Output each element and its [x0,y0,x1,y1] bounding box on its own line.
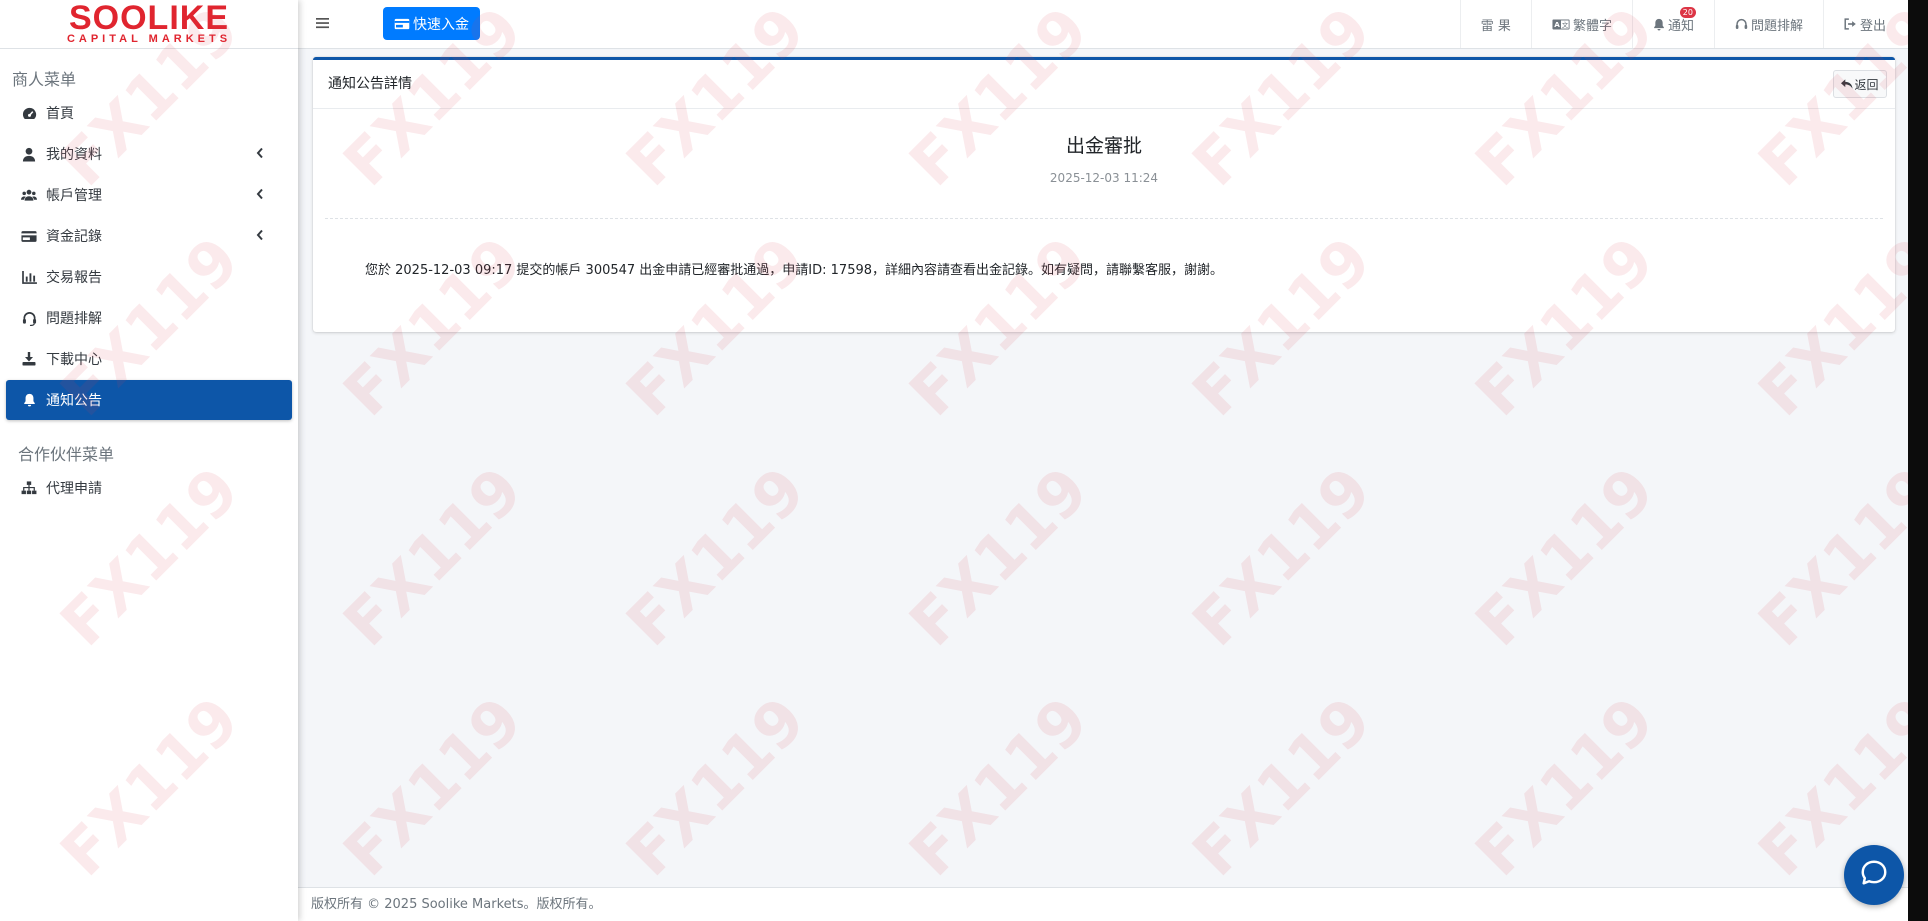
watermark-text: FX119 [1744,683,1928,890]
notice-timestamp: 2025-12-03 11:24 [1049,171,1159,185]
headset-icon [21,310,37,326]
sidebar-item-label: 代理申請 [46,481,102,497]
footer: 版权所有 © 2025 Soolike Markets。版权所有。 [298,887,1928,921]
credit-card-icon [394,18,410,30]
sidebar-item-agent-application[interactable]: 代理申請 [6,468,292,508]
watermark-text: FX119 [895,683,1103,890]
brand-tagline: CAPITAL MARKETS [66,33,232,45]
divider [325,218,1883,219]
card-header: 通知公告詳情 返回 [313,60,1895,109]
back-button[interactable]: 返回 [1833,70,1887,98]
sidebar-item-label: 首頁 [46,106,74,122]
sidebar-item-account-management[interactable]: 帳戶管理 [6,175,292,215]
live-chat-button[interactable] [1844,845,1904,905]
hamburger-menu-icon[interactable] [316,16,330,30]
watermark-text: FX119 [612,683,820,890]
back-label: 返回 [1854,77,1879,92]
svg-text:文: 文 [1562,20,1569,29]
sidebar-item-profile[interactable]: 我的資料 [6,134,292,174]
quick-deposit-label: 快速入金 [413,16,469,33]
dashboard-icon [21,105,37,121]
brand-name: SOOLIKE [68,0,230,37]
sidebar-item-download-center[interactable]: 下載中心 [6,339,292,379]
card-title: 通知公告詳情 [328,76,412,92]
bell-icon [1653,18,1665,31]
sidebar-item-label: 我的資料 [46,147,102,163]
chevron-left-icon [256,147,263,159]
sidebar-item-troubleshooting[interactable]: 問題排解 [6,298,292,338]
partner-menu-header: 合作伙伴菜单 [18,445,115,464]
notifications-link[interactable]: 通知 20 [1631,0,1714,48]
chevron-left-icon [256,188,263,200]
watermark-text: FX119 [1461,453,1669,660]
watermark-text: FX119 [329,453,537,660]
credit-card-icon [21,228,37,244]
theme-label: 雷 果 [1480,18,1511,34]
language-icon: A文 [1552,19,1570,30]
top-navbar: 快速入金 雷 果 A文 繁體字 通知 20 問題排解 登出 [298,0,1928,49]
notice-title: 出金審批 [1065,135,1142,157]
sidebar-item-announcements[interactable]: 通知公告 [6,380,292,420]
top-nav-links: 雷 果 A文 繁體字 通知 20 問題排解 登出 [1459,0,1928,48]
theme-toggle[interactable]: 雷 果 [1459,0,1531,48]
chevron-left-icon [256,229,263,241]
support-link[interactable]: 問題排解 [1713,0,1823,48]
logout-label: 登出 [1859,18,1886,34]
chat-icon [1859,858,1889,892]
sidebar-item-label: 帳戶管理 [46,188,102,204]
language-label: 繁體字 [1572,18,1612,34]
svg-text:A: A [1554,20,1560,29]
sidebar-item-label: 資金記錄 [46,229,102,245]
watermark-text: FX119 [329,683,537,890]
bell-icon [21,392,37,408]
sidebar-item-label: 通知公告 [46,393,102,409]
watermark-text: FX119 [1178,683,1386,890]
language-switcher[interactable]: A文 繁體字 [1530,0,1632,48]
watermark-text: FX119 [612,453,820,660]
sidebar-item-trade-report[interactable]: 交易報告 [6,257,292,297]
notice-detail-card: 通知公告詳情 返回 出金審批 2025-12-03 11:24 您於 2025-… [313,57,1895,332]
download-icon [21,351,37,367]
watermark-text: FX119 [1461,683,1669,890]
sign-out-icon [1844,18,1857,30]
users-icon [21,187,37,203]
watermark-text: FX119 [1744,453,1928,660]
watermark-text: FX119 [1178,453,1386,660]
user-icon [21,146,37,162]
notifications-count-badge: 20 [1679,7,1696,18]
copyright-text: 版权所有 © 2025 Soolike Markets。版权所有。 [311,897,602,912]
merchant-menu-header: 商人菜单 [12,70,77,89]
sidebar-item-home[interactable]: 首頁 [6,93,292,133]
sidebar: SOOLIKE CAPITAL MARKETS 商人菜单 首頁 我的資料 帳戶管… [0,0,298,921]
chart-bar-icon [21,269,37,285]
sidebar-item-label: 下載中心 [46,352,102,368]
sidebar-item-label: 問題排解 [46,311,102,327]
sitemap-icon [21,480,37,496]
watermark-text: FX119 [895,453,1103,660]
brand-logo[interactable]: SOOLIKE CAPITAL MARKETS [0,0,298,49]
headset-icon [1735,18,1748,31]
support-label: 問題排解 [1750,18,1803,34]
window-edge [1908,0,1928,921]
sidebar-item-label: 交易報告 [46,270,102,286]
sidebar-item-fund-records[interactable]: 資金記錄 [6,216,292,256]
notice-body: 您於 2025-12-03 09:17 提交的帳戶 300547 出金申請已經審… [365,263,1224,278]
quick-deposit-button[interactable]: 快速入金 [383,7,480,40]
reply-icon [1841,78,1854,90]
